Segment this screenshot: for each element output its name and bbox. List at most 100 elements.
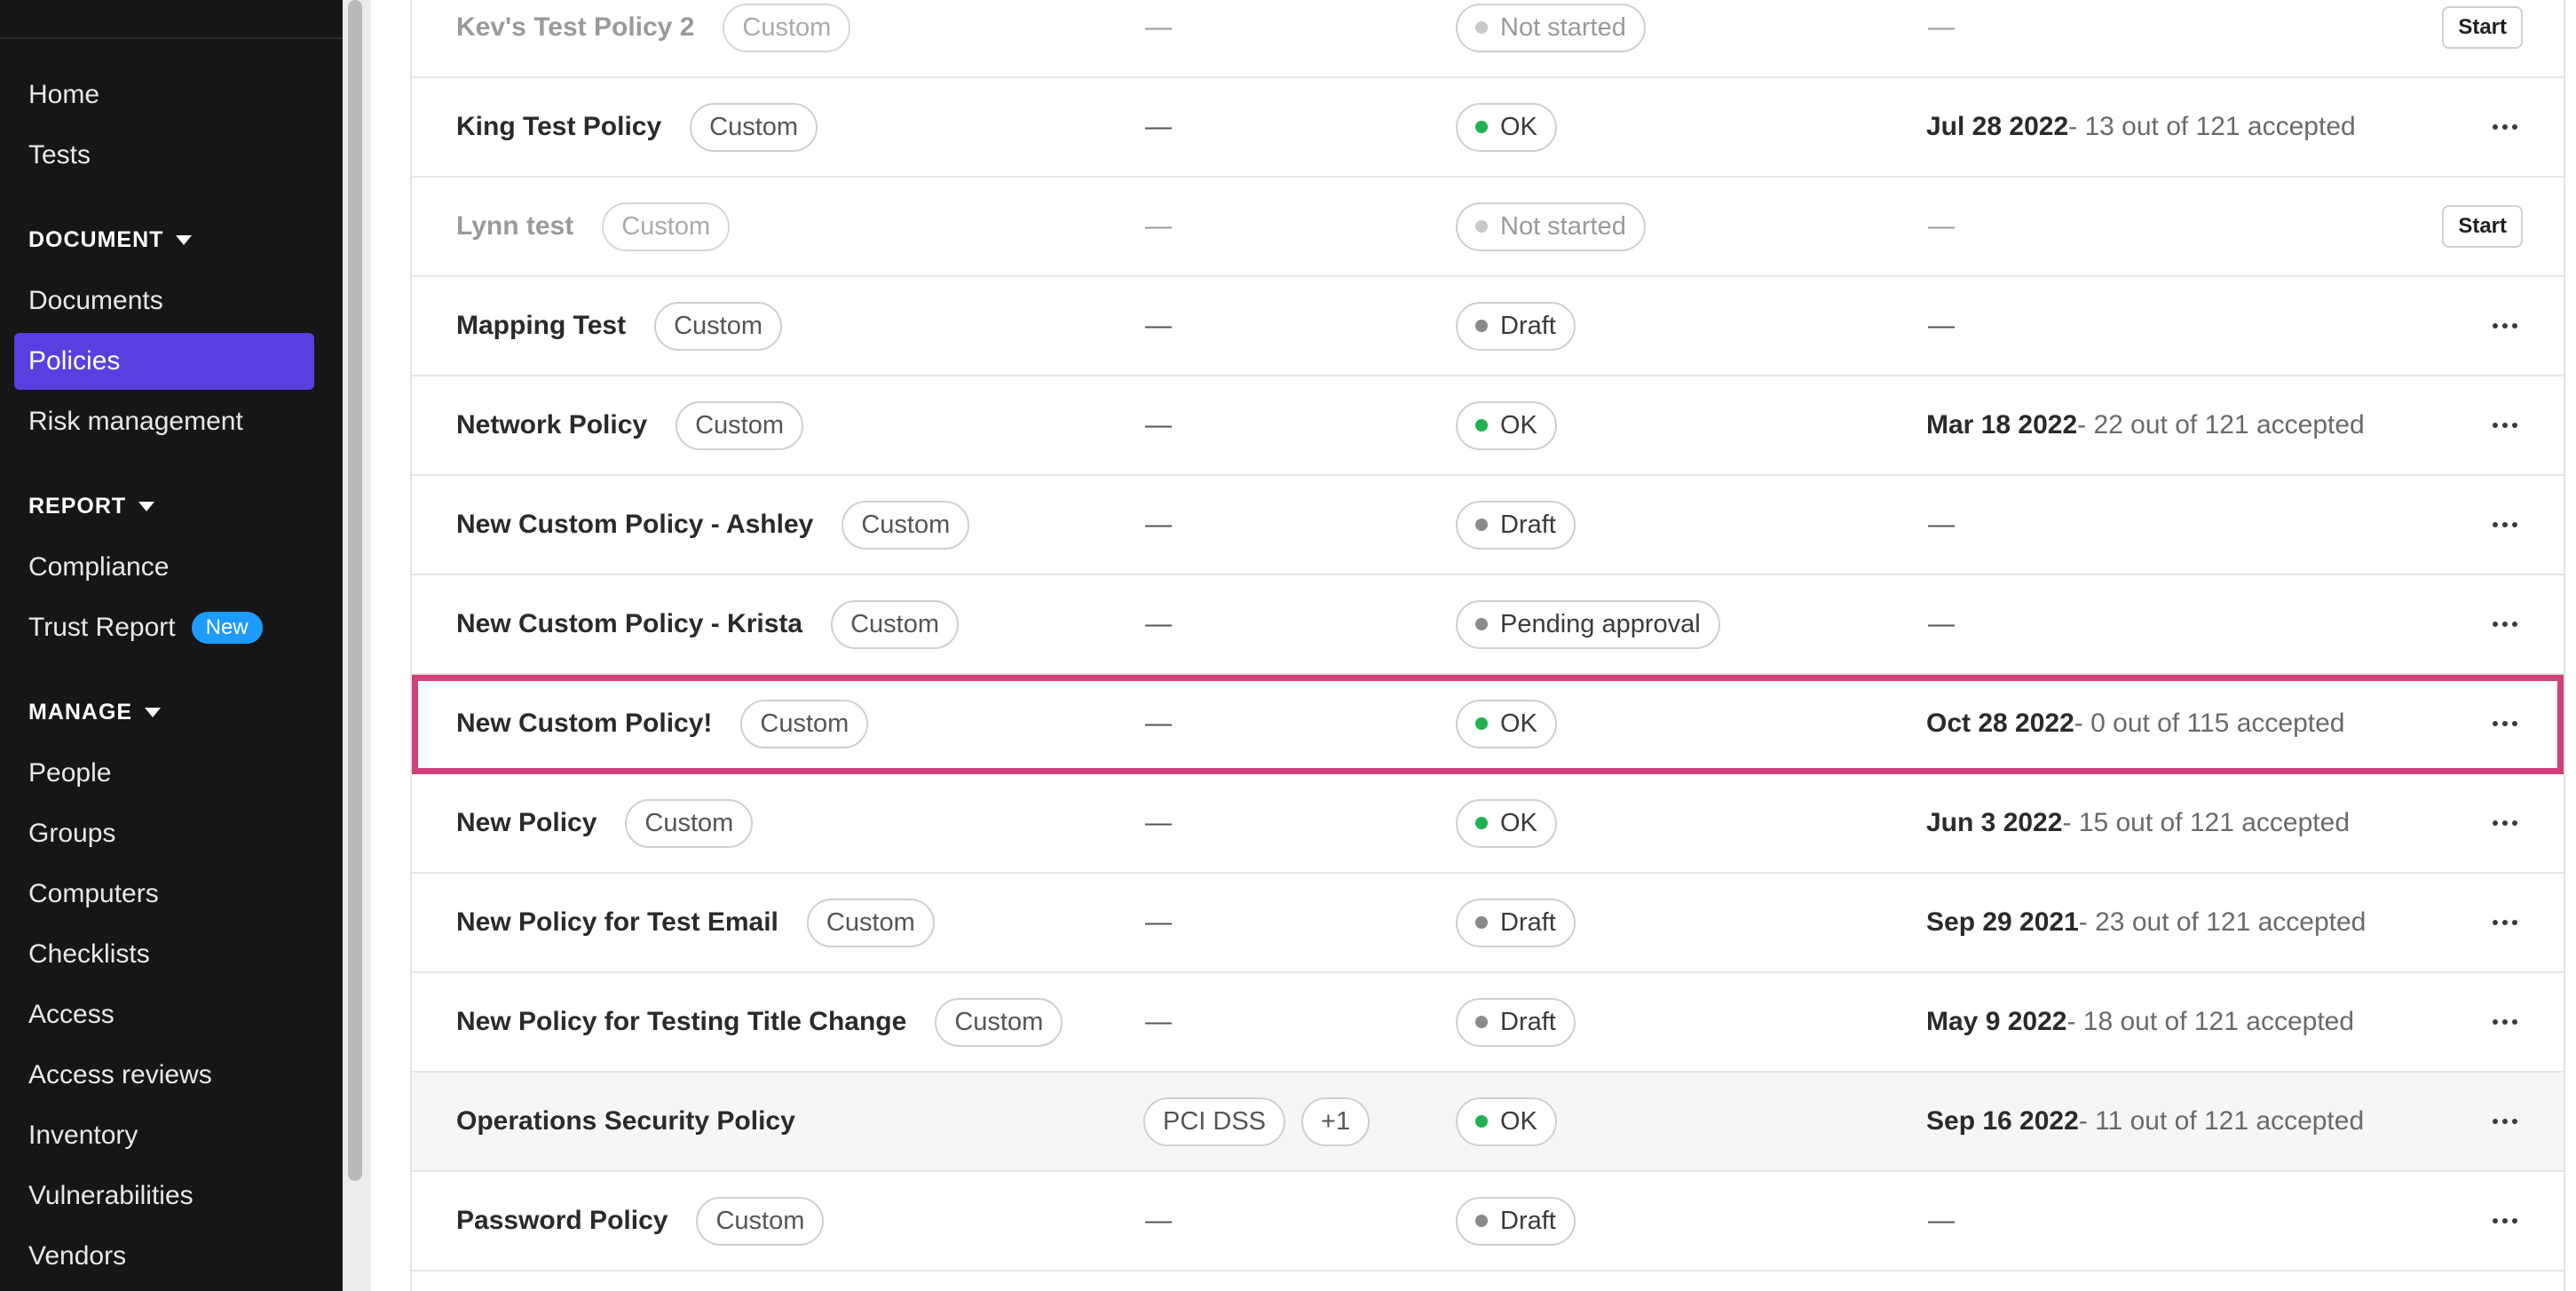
sidebar-item-vendors[interactable]: Vendors <box>14 1228 314 1285</box>
policies-table: Kev's Test Policy 2 Custom — Not started … <box>410 0 2565 1291</box>
sidebar: Home Tests DOCUMENT Documents Policies R… <box>0 0 343 1291</box>
status-dot-icon <box>1475 817 1488 829</box>
sidebar-item-people[interactable]: People <box>14 745 314 802</box>
status-cell: OK <box>1456 675 1557 772</box>
frameworks-cell: — <box>1143 774 1172 872</box>
status-cell: Pending approval <box>1456 575 1720 673</box>
sidebar-item-label: People <box>28 758 112 788</box>
status-cell: OK <box>1456 774 1557 872</box>
table-row[interactable]: New Policy for Test Email Custom — Draft … <box>412 874 2564 973</box>
accept-count: - 18 out of 121 accepted <box>2066 1007 2355 1036</box>
table-row[interactable]: New Custom Policy - Krista Custom — Pendi… <box>412 575 2564 675</box>
more-options-icon[interactable] <box>2487 513 2523 536</box>
more-options-icon[interactable] <box>2487 1110 2523 1133</box>
start-button[interactable]: Start <box>2442 205 2523 248</box>
action-cell: Start <box>2442 0 2523 76</box>
table-row[interactable]: Password Policy Custom — Draft — <box>412 1172 2564 1271</box>
more-options-icon[interactable] <box>2487 1209 2523 1232</box>
empty-dash: — <box>1145 12 1172 42</box>
sidebar-item-groups[interactable]: Groups <box>14 805 314 862</box>
more-options-icon[interactable] <box>2487 314 2523 337</box>
sidebar-item-label: Access <box>28 1000 115 1029</box>
policy-name-cell: Operations Security Policy <box>456 1073 795 1170</box>
more-options-icon[interactable] <box>2487 613 2523 636</box>
sidebar-scrollbar[interactable] <box>348 0 362 1181</box>
status-cell: Not started <box>1456 0 1646 76</box>
sidebar-item-risk-management[interactable]: Risk management <box>14 393 314 450</box>
policy-name: New Custom Policy - Krista <box>456 609 803 638</box>
status-dot-icon <box>1475 121 1488 133</box>
table-row[interactable]: Network Policy Custom — OK Mar 18 2022 - … <box>412 376 2564 476</box>
policy-name: Operations Security Policy <box>456 1106 795 1136</box>
sidebar-item-label: Checklists <box>28 939 150 969</box>
accept-count: - 0 out of 115 accepted <box>2074 709 2345 738</box>
empty-dash: — <box>1145 907 1172 937</box>
sidebar-item-label: Vendors <box>28 1241 127 1271</box>
policy-name-cell: Mapping Test Custom <box>456 277 783 375</box>
more-options-icon[interactable] <box>2487 812 2523 835</box>
sidebar-item-label: Vulnerabilities <box>28 1181 194 1210</box>
sidebar-item-policies[interactable]: Policies <box>14 333 314 390</box>
sidebar-item-checklists[interactable]: Checklists <box>14 926 314 983</box>
table-row[interactable]: Mapping Test Custom — Draft — <box>412 277 2564 376</box>
more-options-icon[interactable] <box>2487 911 2523 934</box>
caret-down-icon <box>138 502 155 511</box>
acceptance-cell: Sep 29 2021 - 23 out of 121 accepted <box>1926 874 2367 971</box>
sidebar-item-tests[interactable]: Tests <box>14 127 314 184</box>
accept-count: - 22 out of 121 accepted <box>2077 410 2365 440</box>
table-row[interactable]: New Custom Policy - Ashley Custom — Draft… <box>412 476 2564 575</box>
sidebar-item-label: Tests <box>28 140 91 170</box>
sidebar-item-home[interactable]: Home <box>14 67 314 123</box>
empty-dash: — <box>1928 311 1955 340</box>
section-label: REPORT <box>28 494 127 519</box>
status-cell: Draft <box>1456 874 1576 971</box>
more-options-icon[interactable] <box>2487 1010 2523 1034</box>
policy-name-cell: New Policy Custom <box>456 774 754 872</box>
table-row[interactable]: Kev's Test Policy 2 Custom — Not started … <box>412 0 2564 78</box>
accept-date: Sep 16 2022 <box>1926 1106 2079 1136</box>
acceptance-cell: Mar 18 2022 - 22 out of 121 accepted <box>1926 376 2367 474</box>
sidebar-item-trust-report[interactable]: Trust Report New <box>14 599 314 656</box>
sidebar-section-manage[interactable]: MANAGE <box>28 700 162 725</box>
table-row-highlighted[interactable]: New Custom Policy! Custom — OK Oct 28 202… <box>412 675 2564 774</box>
more-options-icon[interactable] <box>2487 115 2523 139</box>
more-options-icon[interactable] <box>2487 712 2523 735</box>
table-row[interactable]: Lynn test Custom — Not started — Start <box>412 178 2564 277</box>
sidebar-section-document[interactable]: DOCUMENT <box>28 227 193 253</box>
start-button[interactable]: Start <box>2442 6 2523 49</box>
status-badge: OK <box>1456 699 1557 748</box>
sidebar-item-access[interactable]: Access <box>14 986 314 1043</box>
table-row[interactable]: King Test Policy Custom — OK Jul 28 2022 … <box>412 78 2564 178</box>
status-cell: Draft <box>1456 973 1576 1071</box>
policy-name-cell: Kev's Test Policy 2 Custom <box>456 0 851 76</box>
accept-date: Jul 28 2022 <box>1926 112 2069 141</box>
custom-tag: Custom <box>740 699 869 748</box>
empty-dash: — <box>1145 410 1172 440</box>
sidebar-item-inventory[interactable]: Inventory <box>14 1107 314 1164</box>
accept-count: - 23 out of 121 accepted <box>2078 907 2367 937</box>
caret-down-icon <box>176 235 193 245</box>
action-cell <box>2487 874 2523 971</box>
acceptance-cell: Sep 16 2022 - 11 out of 121 accepted <box>1926 1073 2366 1170</box>
policy-name-cell: New Policy for Testing Title Change Custo… <box>456 973 1063 1071</box>
acceptance-cell: — <box>1926 0 1955 76</box>
sidebar-section-report[interactable]: REPORT <box>28 494 155 519</box>
frameworks-cell: — <box>1143 476 1172 574</box>
sidebar-item-computers[interactable]: Computers <box>14 866 314 923</box>
more-options-icon[interactable] <box>2487 414 2523 437</box>
sidebar-item-vulnerabilities[interactable]: Vulnerabilities <box>14 1168 314 1224</box>
table-row[interactable]: New Policy for Testing Title Change Custo… <box>412 973 2564 1073</box>
action-cell <box>2487 277 2523 375</box>
framework-more-tag[interactable]: +1 <box>1301 1097 1371 1146</box>
empty-dash: — <box>1145 112 1172 141</box>
sidebar-item-documents[interactable]: Documents <box>14 273 314 329</box>
empty-dash: — <box>1928 1206 1955 1235</box>
policy-name-cell: Password Policy Custom <box>456 1172 825 1270</box>
sidebar-item-access-reviews[interactable]: Access reviews <box>14 1047 314 1104</box>
table-row[interactable]: Operations Security Policy PCI DSS +1 OK … <box>412 1073 2564 1172</box>
table-row[interactable]: New Policy Custom — OK Jun 3 2022 - 15 ou… <box>412 774 2564 874</box>
sidebar-item-compliance[interactable]: Compliance <box>14 539 314 596</box>
policy-name-cell: New Policy for Test Email Custom <box>456 874 935 971</box>
accept-date: Sep 29 2021 <box>1926 907 2079 937</box>
sidebar-item-label: Documents <box>28 286 163 315</box>
